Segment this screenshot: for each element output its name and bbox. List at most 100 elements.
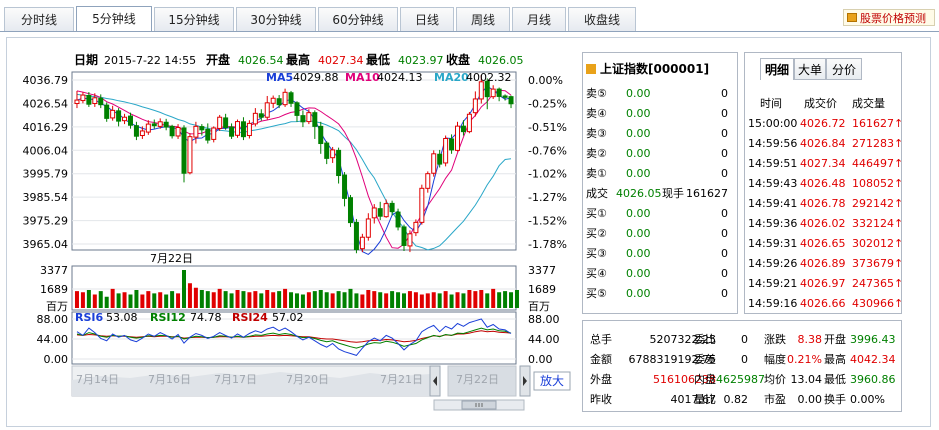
candle-body xyxy=(175,127,181,137)
volume-bar xyxy=(116,293,121,308)
percent-tick-label: -1.02% xyxy=(528,168,567,181)
navigator-date-label: 7月16日 xyxy=(148,373,191,386)
volume-bar xyxy=(277,291,282,308)
order-label: 买④ xyxy=(586,267,607,280)
volume-bar xyxy=(182,270,186,308)
trade-price: 4026.84 xyxy=(800,137,846,150)
candle-body xyxy=(401,226,407,246)
volume-bar xyxy=(306,292,311,308)
ma5-value: 4029.88 xyxy=(293,71,339,84)
zoom-label: 放大 xyxy=(540,373,564,388)
candle-body xyxy=(407,233,413,247)
stat-label: 昨收 xyxy=(590,393,612,406)
volume-bar xyxy=(443,291,448,308)
candle-body xyxy=(98,97,104,106)
candle-body xyxy=(455,125,461,151)
price-tick-label: 4016.29 xyxy=(23,121,69,134)
candle-body xyxy=(235,121,241,136)
trade-time: 14:59:26 xyxy=(748,257,798,270)
volume-bar xyxy=(158,292,163,308)
candle-body xyxy=(86,95,92,105)
ma10-label: MA10 xyxy=(345,71,380,84)
volume-bar xyxy=(164,294,169,308)
volume-bar xyxy=(318,289,323,308)
detail-header: 时间 成交价 成交量 xyxy=(748,94,898,114)
low-label: 最低 xyxy=(366,52,390,67)
candle-body xyxy=(133,125,139,137)
volume-bar xyxy=(455,292,460,308)
candle-body xyxy=(383,203,389,218)
volume-bar xyxy=(503,291,508,308)
order-volume: 0 xyxy=(721,267,728,280)
stat-label: 最低 xyxy=(824,373,846,386)
order-volume: 0 xyxy=(721,107,728,120)
candle-body xyxy=(377,208,383,217)
trade-price: 4027.34 xyxy=(800,157,846,170)
volume-bar xyxy=(193,287,198,308)
candle-body xyxy=(229,126,235,137)
volume-bar xyxy=(294,293,299,308)
volume-bar xyxy=(348,288,353,308)
rsi24-label: RSI24 xyxy=(232,311,268,324)
trade-row: 14:59:31 4026.65 302012↑ xyxy=(748,234,903,254)
rsi-tick-label-right: 0.00 xyxy=(528,353,553,366)
volume-bar xyxy=(205,291,210,308)
candle-body xyxy=(211,127,217,140)
stat-label: 外盘 xyxy=(590,373,612,386)
stat-label: 涨跌 xyxy=(764,333,786,346)
order-price: 0.00 xyxy=(626,147,651,160)
rsi12-label: RSI12 xyxy=(150,311,186,324)
order-label: 卖④ xyxy=(586,107,607,120)
candle-body xyxy=(312,112,318,127)
order-label: 卖① xyxy=(586,167,607,180)
volume-bar xyxy=(330,293,335,308)
trade-volume: 161627↑ xyxy=(852,117,904,130)
trade-row: 14:59:43 4026.48 108052↑ xyxy=(748,174,903,194)
percent-tick-label: 0.00% xyxy=(528,74,563,87)
trade-time: 14:59:56 xyxy=(748,137,798,150)
trade-volume: 302012↑ xyxy=(852,237,904,250)
order-label: 买⑤ xyxy=(586,287,607,300)
deal-label: 成交 xyxy=(586,187,608,200)
rsi-tick-label: 88.00 xyxy=(37,313,69,326)
deal-volume: 161627 xyxy=(686,187,728,200)
volume-bar xyxy=(128,294,133,308)
volume-bar xyxy=(235,289,240,308)
candle-body xyxy=(246,122,252,137)
trade-volume: 292142↑ xyxy=(852,197,904,210)
volume-bar xyxy=(491,288,496,308)
trade-volume: 430966↑ xyxy=(852,297,904,310)
volume-bar xyxy=(449,294,454,308)
volume-bar xyxy=(360,294,365,308)
candle-body xyxy=(443,137,449,164)
tab-price-split[interactable]: 分价 xyxy=(826,58,862,80)
stat-label: 换手 xyxy=(824,393,846,406)
percent-tick-label: -0.25% xyxy=(528,97,567,110)
trade-row: 15:00:00 4026.72 161627↑ xyxy=(748,114,903,134)
volume-bar xyxy=(253,291,258,308)
volume-bar xyxy=(413,292,418,308)
percent-tick-label: -0.51% xyxy=(528,121,567,134)
tab-detail[interactable]: 明细 xyxy=(760,58,794,80)
sell-order-row: 卖③ 0.00 0 xyxy=(586,124,730,144)
volume-bar xyxy=(241,291,246,308)
stat-value: 0.00% xyxy=(850,393,885,406)
order-volume: 0 xyxy=(721,127,728,140)
candle-body xyxy=(288,92,294,104)
candle-body xyxy=(449,138,455,151)
tab-big-orders[interactable]: 大单 xyxy=(794,58,826,80)
candle-body xyxy=(395,211,401,228)
candle-body xyxy=(223,117,229,129)
candle-body xyxy=(92,97,98,105)
candle-body xyxy=(306,112,312,123)
trade-volume: 108052↑ xyxy=(852,177,904,190)
volume-bar xyxy=(407,291,412,308)
volume-bar xyxy=(497,292,502,308)
order-price: 0.00 xyxy=(626,167,651,180)
navigator-date-label: 7月14日 xyxy=(76,373,119,386)
volume-bar xyxy=(402,293,406,308)
close-label: 收盘 xyxy=(446,52,470,67)
candle-body xyxy=(258,113,264,118)
trade-price: 4026.97 xyxy=(800,277,846,290)
stat-label: 最高 xyxy=(824,353,846,366)
